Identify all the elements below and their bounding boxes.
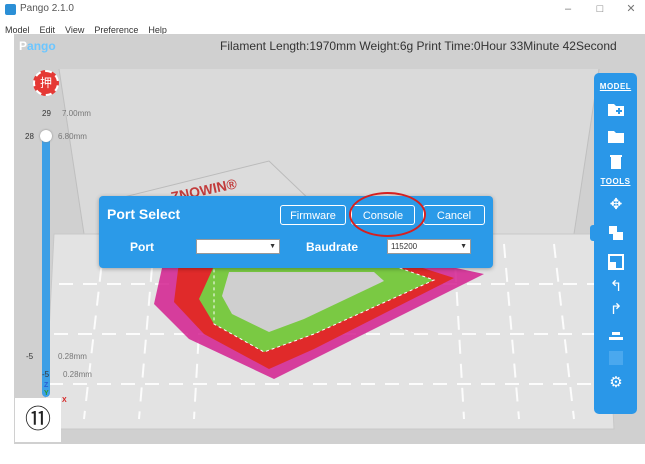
bottom-layer-number: -5 xyxy=(42,370,50,379)
highlight-circle xyxy=(349,192,426,237)
move-icon[interactable]: ✥ xyxy=(607,196,625,214)
rotate-icon[interactable] xyxy=(607,253,625,271)
axis-y-label: Y xyxy=(44,390,49,397)
chevron-down-icon: ▼ xyxy=(269,243,276,250)
open-folder-icon[interactable] xyxy=(607,127,625,145)
axis-z-label: Z xyxy=(44,382,49,389)
port-label: Port xyxy=(130,240,154,254)
window-title: Pango 2.1.0 xyxy=(20,3,74,14)
disabled-icon xyxy=(607,349,625,367)
undo-icon[interactable]: ↰ xyxy=(607,278,625,296)
minimize-button[interactable]: – xyxy=(560,2,576,16)
firmware-button[interactable]: Firmware xyxy=(280,205,346,225)
app-icon xyxy=(5,4,16,15)
dialog-title: Port Select xyxy=(107,206,181,222)
step-number-marker: ⑪ xyxy=(15,398,61,442)
axis-x-label: X xyxy=(62,397,67,404)
pango-logo: Pango xyxy=(19,39,56,53)
maximize-button[interactable]: □ xyxy=(592,2,608,16)
menu-bar: Model Edit View Preference Help xyxy=(0,20,645,35)
bottom-current-layer-number: -5 xyxy=(26,352,34,361)
baudrate-select[interactable]: 115200 ▼ xyxy=(387,239,471,254)
redo-icon[interactable]: ↱ xyxy=(607,301,625,319)
top-layer-height: 7.00mm xyxy=(62,109,91,118)
close-button[interactable]: ✕ xyxy=(623,2,639,16)
top-layer-number: 29 xyxy=(42,109,51,118)
print-stats: Filament Length:1970mm Weight:6g Print T… xyxy=(220,39,617,53)
tools-heading: TOOLS xyxy=(600,177,631,186)
bottom-current-layer-height: 0.28mm xyxy=(58,352,87,361)
model-heading: MODEL xyxy=(599,82,632,91)
layer-slider-track[interactable] xyxy=(42,132,50,397)
layer-icon[interactable] xyxy=(607,325,625,343)
title-bar: Pango 2.1.0 – □ ✕ xyxy=(0,0,645,20)
chevron-down-icon: ▼ xyxy=(460,243,467,250)
bottom-layer-height: 0.28mm xyxy=(63,370,92,379)
right-toolbar: MODEL TOOLS ✥ ↰ ↱ ⚙ xyxy=(594,73,637,414)
current-layer-number: 28 xyxy=(25,132,34,141)
current-layer-height: 6.80mm xyxy=(58,132,87,141)
baudrate-label: Baudrate xyxy=(306,240,359,254)
record-button[interactable]: 押 xyxy=(33,70,59,96)
cancel-button[interactable]: Cancel xyxy=(423,205,485,225)
add-model-icon[interactable] xyxy=(607,100,625,118)
settings-icon[interactable]: ⚙ xyxy=(607,374,625,392)
scale-icon[interactable] xyxy=(607,224,625,242)
port-select-dialog: Port Select Firmware Console Cancel Port… xyxy=(99,196,493,268)
port-select[interactable]: ▼ xyxy=(196,239,280,254)
trash-icon[interactable] xyxy=(607,153,625,171)
layer-slider-handle[interactable] xyxy=(40,130,52,142)
